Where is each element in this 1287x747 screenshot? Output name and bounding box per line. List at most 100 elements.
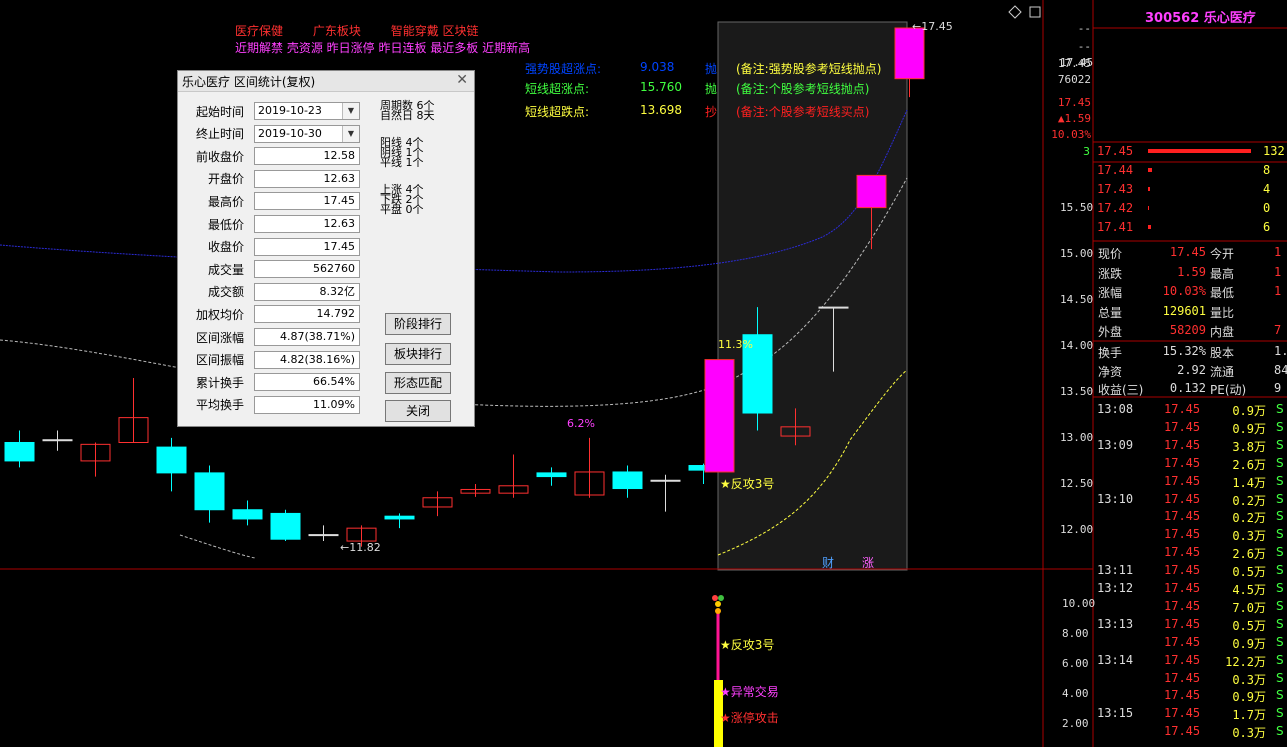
price-axis-tick: 12.50: [1060, 476, 1094, 490]
sub-axis-tick: 2.00: [1062, 717, 1089, 730]
quote-key: 最低: [1210, 286, 1235, 300]
ma-line-white-low: [179, 534, 256, 559]
date-select[interactable]: 2019-10-23 ▼: [254, 102, 360, 120]
tick-price: 17.45: [1164, 509, 1201, 524]
candle-body[interactable]: [818, 306, 849, 309]
ask-price[interactable]: 17.45: [1097, 144, 1133, 158]
field-value[interactable]: 12.58: [254, 147, 360, 166]
tick-side: S: [1276, 724, 1284, 739]
sub-axis-tick: 4.00: [1062, 687, 1089, 700]
tick-volume: 0.3万: [1232, 726, 1266, 741]
field-value[interactable]: 12.63: [254, 169, 360, 188]
candle-body[interactable]: [156, 446, 187, 474]
quote-value: 1: [1274, 264, 1282, 279]
field-value[interactable]: 12.63: [254, 215, 360, 233]
tag-medical[interactable]: 医疗保健: [235, 24, 283, 38]
quote-value: 17.45: [1169, 245, 1206, 259]
pattern-match-button[interactable]: 形态匹配: [385, 372, 451, 394]
candle-body[interactable]: [4, 441, 35, 462]
field-label: 收盘价: [207, 240, 244, 255]
dialog-titlebar[interactable]: 乐心医疗 区间统计(复权): [178, 71, 474, 92]
candle-body[interactable]: [384, 515, 415, 520]
diamond-icon[interactable]: [1008, 5, 1022, 19]
dialog-title: 乐心医疗 区间统计(复权): [182, 74, 316, 89]
window-icon[interactable]: [1029, 6, 1041, 18]
close-icon[interactable]: ✕: [456, 72, 468, 88]
quote-value: 1: [1274, 284, 1282, 298]
candle-body[interactable]: [308, 534, 339, 537]
field-value[interactable]: 17.45: [254, 237, 360, 256]
tick-price: 17.45: [1164, 419, 1201, 434]
candle-body[interactable]: [704, 359, 735, 473]
tick-volume: 0.3万: [1232, 529, 1266, 544]
tick-volume: 7.0万: [1232, 600, 1266, 615]
ask-price[interactable]: 17.41: [1097, 220, 1133, 234]
quote-key: 总量: [1098, 305, 1123, 320]
range-stats-dialog[interactable]: 乐心医疗 区间统计(复权) ✕ 起始时间 2019-10-23 ▼ 终止时间 2019-…: [177, 70, 475, 427]
ask-volume: 6: [1263, 220, 1271, 234]
price-axis-tick: 15.50: [1060, 200, 1094, 214]
date-select[interactable]: 2019-10-30 ▼: [254, 124, 360, 143]
field-value[interactable]: 66.54%: [254, 373, 360, 392]
field-value[interactable]: 14.792: [254, 305, 360, 324]
tick-time: 13:10: [1097, 491, 1134, 506]
tag-guangdong[interactable]: 广东板块: [313, 24, 361, 38]
indicator-strong: 强势股超涨点: 9.038 抛: [525, 60, 718, 76]
tick-side: S: [1276, 402, 1284, 416]
quote-key: 现价: [1098, 247, 1123, 261]
dialog-field-row: 加权均价 14.792: [178, 304, 360, 324]
candle-body[interactable]: [270, 512, 301, 540]
field-value[interactable]: 8.32亿: [254, 282, 360, 301]
candle-body[interactable]: [650, 479, 681, 482]
candle-body[interactable]: [612, 471, 643, 490]
top-value: --: [1077, 22, 1091, 35]
quote-value: 1.: [1274, 344, 1287, 358]
bottom-tag-finance[interactable]: 财: [822, 554, 834, 571]
dialog-field-row: 区间振幅 4.82(38.16%): [178, 350, 360, 370]
field-label: 终止时间: [195, 127, 244, 142]
stock-title[interactable]: 300562 乐心医疗: [1145, 7, 1256, 26]
bottom-tag-rise[interactable]: 涨: [862, 554, 874, 571]
tick-price: 17.45: [1164, 688, 1201, 703]
volume-bar: [1148, 206, 1150, 210]
tick-volume: 2.6万: [1232, 457, 1266, 472]
stage-rank-button[interactable]: 阶段排行: [385, 313, 451, 335]
field-value[interactable]: 17.45: [254, 192, 360, 211]
field-value[interactable]: 4.87(38.71%): [254, 328, 360, 346]
chevron-down-icon[interactable]: ▼: [342, 125, 359, 142]
tick-price: 17.45: [1164, 598, 1201, 613]
signal-dot-3: [715, 601, 721, 607]
tag-row-2: 近期解禁 壳资源 昨日涨停 昨日连板 最近多板 近期新高: [235, 41, 531, 55]
field-value[interactable]: 562760: [254, 260, 360, 279]
ask-price[interactable]: 17.42: [1097, 201, 1133, 215]
top-value: 10.03%: [1051, 128, 1091, 141]
dialog-field-row: 前收盘价 12.58: [178, 146, 360, 166]
tick-side: S: [1276, 509, 1284, 524]
close-button[interactable]: 关闭: [385, 400, 451, 422]
candle-body[interactable]: [894, 27, 925, 80]
quote-value: 9: [1274, 381, 1282, 395]
ask-price[interactable]: 17.44: [1097, 163, 1133, 177]
candle-body[interactable]: [42, 439, 73, 442]
dialog-field-row: 最低价 12.63: [178, 214, 360, 234]
ask-price[interactable]: 17.43: [1097, 182, 1133, 196]
tag-row-1: 医疗保健 广东板块 智能穿戴 区块链: [235, 22, 479, 39]
quote-key: 收益(三): [1098, 383, 1144, 397]
field-value[interactable]: 4.82(38.16%): [254, 350, 360, 369]
tag-wearable[interactable]: 智能穿戴 区块链: [391, 24, 479, 38]
quote-key: 流通: [1210, 364, 1235, 379]
candle-body[interactable]: [194, 472, 225, 511]
stat-updown: 上涨 4个 下跌 2个 平盘 0个: [380, 183, 424, 216]
signal-label: ★反攻3号: [720, 477, 775, 491]
quote-key: 量比: [1210, 305, 1235, 320]
chevron-down-icon[interactable]: ▼: [342, 103, 359, 119]
sector-rank-button[interactable]: 板块排行: [385, 343, 451, 365]
tick-time: 13:15: [1097, 706, 1134, 721]
candle-body[interactable]: [536, 472, 567, 478]
price-axis-tick: 15.00: [1060, 246, 1094, 260]
candle-body[interactable]: [856, 174, 887, 209]
price-axis-tick: 12.00: [1060, 523, 1094, 536]
field-value[interactable]: 11.09%: [254, 395, 360, 414]
candle-body[interactable]: [232, 509, 263, 520]
volume-bar: [1148, 168, 1153, 172]
